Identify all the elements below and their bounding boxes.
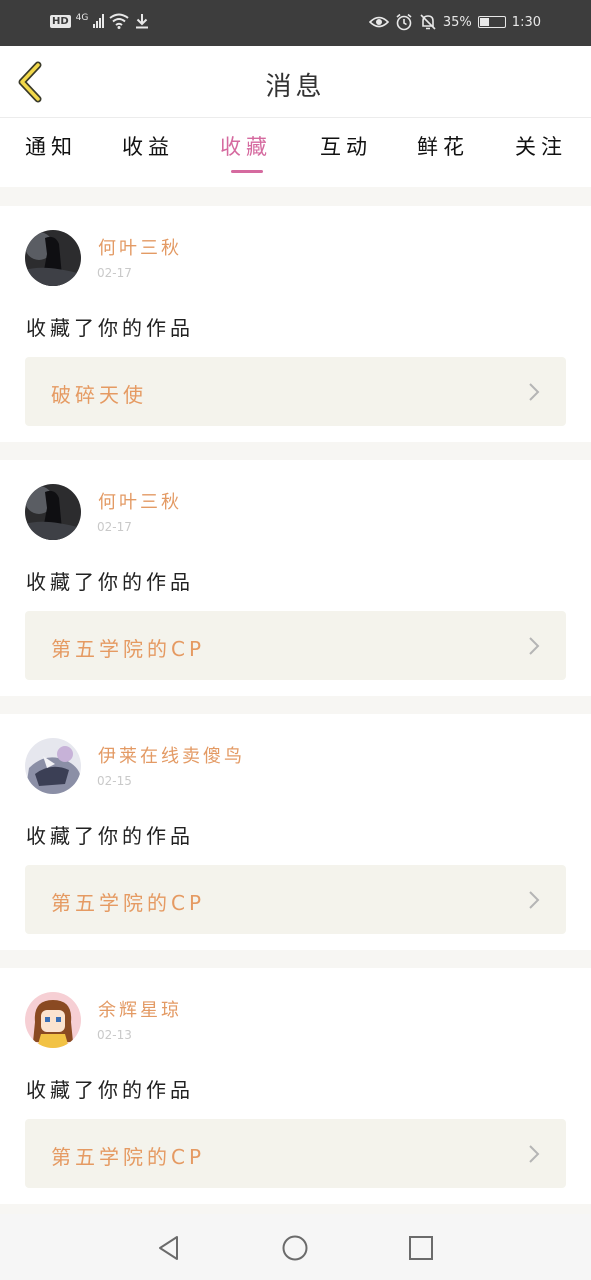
- header-bar: 消息: [0, 46, 591, 118]
- timestamp: 02-13: [97, 1028, 132, 1042]
- action-text: 收藏了你的作品: [26, 1078, 194, 1102]
- mute-icon: [420, 14, 436, 30]
- battery-percent: 35%: [442, 14, 472, 30]
- system-nav-bar: [0, 1214, 591, 1280]
- message-card: 伊莱在线卖傻鸟 02-15 收藏了你的作品 第五学院的CP: [0, 714, 591, 950]
- page-title: 消息: [265, 72, 326, 102]
- chevron-right-icon: [529, 383, 540, 401]
- tab-bar: 通知 收益 收藏 互动 鲜花 关注: [0, 119, 591, 187]
- work-link[interactable]: 第五学院的CP: [25, 865, 566, 934]
- battery-fill: [479, 18, 489, 26]
- action-text: 收藏了你的作品: [26, 316, 194, 340]
- tab-follows[interactable]: 关注: [515, 131, 567, 161]
- network-type-label: 4G: [75, 13, 89, 23]
- recents-square-icon[interactable]: [407, 1234, 435, 1262]
- tab-flowers[interactable]: 鲜花: [417, 131, 469, 161]
- work-title: 第五学院的CP: [51, 637, 206, 661]
- timestamp: 02-17: [97, 520, 132, 534]
- message-card: 余辉星琼 02-13 收藏了你的作品 第五学院的CP: [0, 968, 591, 1204]
- eye-icon: [368, 16, 389, 28]
- chevron-right-icon: [529, 637, 540, 655]
- timestamp: 02-15: [97, 774, 132, 788]
- tab-notifications[interactable]: 通知: [25, 131, 77, 161]
- work-link[interactable]: 破碎天使: [25, 357, 566, 426]
- signal-icon: [93, 14, 105, 28]
- username[interactable]: 何叶三秋: [98, 488, 182, 514]
- chevron-right-icon: [529, 891, 540, 909]
- action-text: 收藏了你的作品: [26, 824, 194, 848]
- avatar[interactable]: [25, 230, 81, 286]
- username[interactable]: 余辉星琼: [98, 996, 182, 1022]
- tab-interactions[interactable]: 互动: [320, 131, 372, 161]
- message-list: 何叶三秋 02-17 收藏了你的作品 破碎天使 何叶三秋 02-17 收藏了你的…: [0, 187, 591, 1214]
- alarm-icon: [396, 13, 412, 31]
- status-bar-right: 35% 1:30: [368, 13, 541, 31]
- work-link[interactable]: 第五学院的CP: [25, 611, 566, 680]
- username[interactable]: 何叶三秋: [98, 234, 182, 260]
- home-circle-icon[interactable]: [281, 1234, 309, 1262]
- hd-icon: HD: [50, 14, 71, 28]
- action-text: 收藏了你的作品: [26, 570, 194, 594]
- avatar[interactable]: [25, 992, 81, 1048]
- avatar[interactable]: [25, 484, 81, 540]
- message-card: 何叶三秋 02-17 收藏了你的作品 破碎天使: [0, 206, 591, 442]
- status-bar: HD 4G 35% 1:30: [0, 0, 591, 46]
- work-title: 第五学院的CP: [51, 1145, 206, 1169]
- status-bar-left: HD 4G: [50, 13, 150, 29]
- tab-favorites[interactable]: 收藏: [220, 131, 272, 161]
- wifi-icon: [109, 13, 129, 29]
- clock: 1:30: [511, 14, 541, 30]
- timestamp: 02-17: [97, 266, 132, 280]
- username[interactable]: 伊莱在线卖傻鸟: [98, 742, 245, 768]
- active-tab-indicator: [231, 170, 263, 173]
- work-title: 第五学院的CP: [51, 891, 206, 915]
- battery-icon: [477, 16, 506, 28]
- download-icon: [136, 14, 149, 29]
- work-link[interactable]: 第五学院的CP: [25, 1119, 566, 1188]
- back-triangle-icon[interactable]: [155, 1234, 183, 1262]
- message-card: 何叶三秋 02-17 收藏了你的作品 第五学院的CP: [0, 460, 591, 696]
- chevron-right-icon: [529, 1145, 540, 1163]
- tab-earnings[interactable]: 收益: [122, 131, 174, 161]
- avatar[interactable]: [25, 738, 81, 794]
- work-title: 破碎天使: [51, 383, 147, 407]
